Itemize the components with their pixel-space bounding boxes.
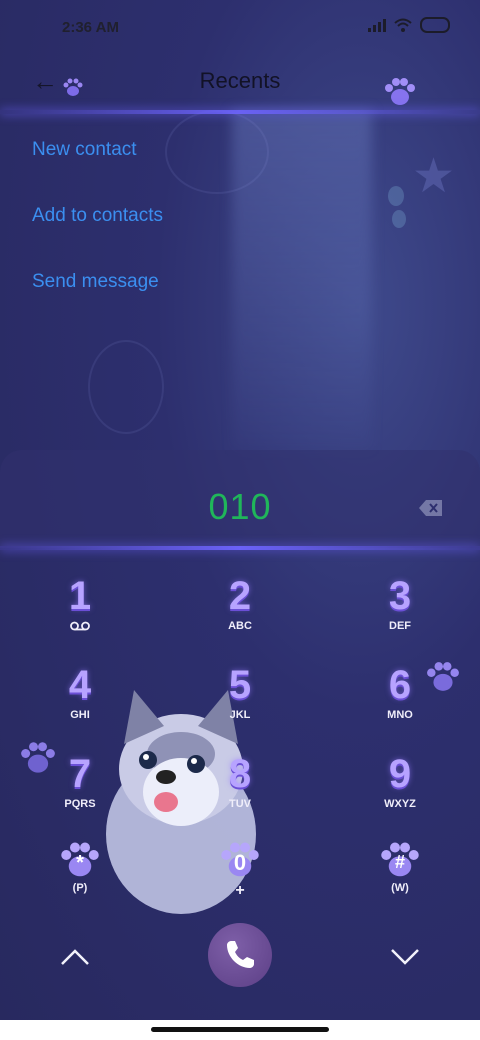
key-8[interactable]: 8 TUV [180, 752, 300, 832]
key-letters: DEF [389, 620, 411, 632]
key-6[interactable]: 6 MNO [340, 663, 460, 743]
key-digit: 4 [68, 663, 92, 707]
key-digit: 9 [388, 752, 412, 796]
header-divider [0, 110, 480, 114]
key-digit: 7 [68, 752, 92, 796]
key-7[interactable]: 7 PQRS [20, 752, 140, 832]
key-letters: (W) [391, 882, 409, 894]
key-letters: ABC [228, 620, 252, 632]
key-letters: GHI [70, 709, 90, 721]
contact-actions: New contact Add to contacts Send message [32, 128, 163, 326]
signal-icon [368, 18, 386, 32]
add-to-contacts-link[interactable]: Add to contacts [32, 194, 163, 260]
key-digit: 8 [228, 752, 252, 796]
key-1[interactable]: 1 [20, 574, 140, 654]
decor-dot [388, 186, 404, 206]
backspace-icon[interactable] [418, 499, 444, 517]
navigation-bar [0, 1020, 480, 1040]
key-3[interactable]: 3 DEF [340, 574, 460, 654]
key-digit: # [394, 852, 405, 872]
home-indicator[interactable] [151, 1027, 329, 1032]
phone-icon [227, 941, 254, 968]
key-letters: + [235, 882, 245, 899]
key-0[interactable]: 0 + [180, 840, 300, 920]
key-2[interactable]: 2 ABC [180, 574, 300, 654]
chevron-up-icon[interactable] [55, 940, 95, 974]
header: ← Recents [0, 56, 480, 112]
dialed-number: 010 [208, 486, 272, 527]
key-digit: 6 [388, 663, 412, 707]
key-star[interactable]: * (P) [20, 840, 140, 920]
battery-icon [420, 17, 450, 33]
key-digit: * [76, 852, 84, 874]
dialer-screen: ★ 2:36 AM ← Recents New contact Add to c… [0, 0, 480, 1020]
key-5[interactable]: 5 JKL [180, 663, 300, 743]
status-icons [368, 17, 450, 33]
decor-dot [392, 210, 406, 228]
key-digit: 2 [228, 574, 252, 618]
decor-ring [165, 110, 269, 194]
paw-menu-icon[interactable] [384, 76, 416, 108]
key-letters: TUV [229, 798, 251, 810]
send-message-link[interactable]: Send message [32, 260, 163, 326]
decor-ring [88, 340, 164, 434]
key-digit: 0 [233, 850, 247, 875]
call-button[interactable] [208, 923, 272, 987]
key-letters: JKL [229, 709, 251, 721]
new-contact-link[interactable]: New contact [32, 128, 163, 194]
status-bar: 2:36 AM [0, 0, 480, 56]
key-digit: 5 [228, 663, 252, 707]
key-letters: MNO [387, 709, 413, 721]
keypad-divider [0, 546, 480, 550]
key-letters: PQRS [64, 798, 96, 810]
wifi-icon [394, 18, 412, 32]
key-hash[interactable]: # (W) [340, 840, 460, 920]
key-letters: (P) [72, 882, 88, 894]
star-icon: ★ [412, 150, 456, 203]
status-time: 2:36 AM [62, 19, 119, 36]
key-letters: WXYZ [384, 798, 416, 810]
key-digit: 1 [68, 574, 92, 618]
key-digit: 3 [388, 574, 412, 618]
chevron-down-icon[interactable] [385, 940, 425, 974]
key-9[interactable]: 9 WXYZ [340, 752, 460, 832]
key-4[interactable]: 4 GHI [20, 663, 140, 743]
voicemail-icon [70, 621, 90, 631]
